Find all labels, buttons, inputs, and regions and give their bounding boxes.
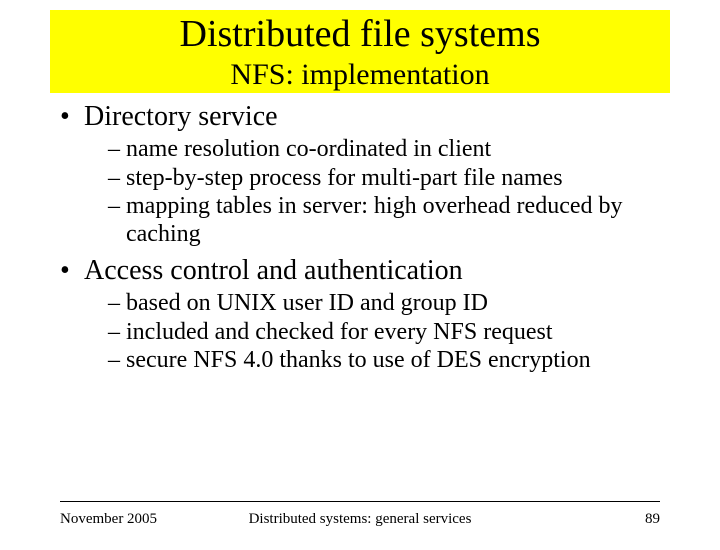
sub-item: – name resolution co-ordinated in client bbox=[108, 135, 660, 164]
slide-footer: November 2005 Distributed systems: gener… bbox=[60, 511, 660, 528]
footer-date: November 2005 bbox=[60, 511, 157, 528]
sub-item: – included and checked for every NFS req… bbox=[108, 318, 660, 347]
bullet-marker: • bbox=[60, 102, 84, 133]
title-bar: Distributed file systems NFS: implementa… bbox=[50, 10, 670, 93]
sub-text: step-by-step process for multi-part file… bbox=[126, 164, 563, 192]
sub-text: based on UNIX user ID and group ID bbox=[126, 289, 488, 317]
sub-item: – based on UNIX user ID and group ID bbox=[108, 289, 660, 318]
footer-divider bbox=[60, 501, 660, 502]
bullet-marker: • bbox=[60, 256, 84, 287]
bullet-item: • Directory service bbox=[60, 101, 660, 133]
sub-list: – name resolution co-ordinated in client… bbox=[108, 135, 660, 249]
sub-marker: – bbox=[108, 165, 126, 193]
sub-text: secure NFS 4.0 thanks to use of DES encr… bbox=[126, 346, 591, 374]
sub-list: – based on UNIX user ID and group ID – i… bbox=[108, 289, 660, 375]
footer-page-number: 89 bbox=[645, 511, 660, 528]
sub-item: – secure NFS 4.0 thanks to use of DES en… bbox=[108, 346, 660, 375]
slide-subtitle: NFS: implementation bbox=[50, 58, 670, 91]
sub-text: included and checked for every NFS reque… bbox=[126, 318, 553, 346]
slide-content: • Directory service – name resolution co… bbox=[0, 93, 720, 375]
sub-marker: – bbox=[108, 347, 126, 375]
sub-marker: – bbox=[108, 136, 126, 164]
sub-marker: – bbox=[108, 319, 126, 347]
bullet-item: • Access control and authentication bbox=[60, 255, 660, 287]
sub-text: name resolution co-ordinated in client bbox=[126, 135, 491, 163]
slide-title: Distributed file systems bbox=[50, 14, 670, 56]
sub-marker: – bbox=[108, 193, 126, 221]
bullet-text: Directory service bbox=[84, 101, 278, 133]
sub-item: – mapping tables in server: high overhea… bbox=[108, 192, 660, 249]
sub-item: – step-by-step process for multi-part fi… bbox=[108, 164, 660, 193]
sub-marker: – bbox=[108, 290, 126, 318]
sub-text: mapping tables in server: high overhead … bbox=[126, 192, 660, 249]
bullet-text: Access control and authentication bbox=[84, 255, 463, 287]
footer-title: Distributed systems: general services bbox=[249, 511, 472, 528]
